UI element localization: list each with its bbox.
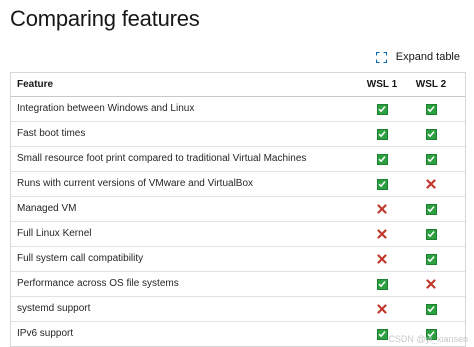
wsl2-support-cell — [413, 97, 449, 121]
green-check-icon — [376, 178, 388, 190]
green-check-icon — [425, 153, 437, 165]
feature-name: systemd support — [17, 303, 91, 314]
red-cross-icon — [425, 278, 437, 290]
table-row: Full system call compatibility — [11, 247, 465, 272]
green-check-icon — [425, 128, 437, 140]
feature-name: Runs with current versions of VMware and… — [17, 178, 254, 189]
wsl1-support-cell — [364, 147, 400, 171]
column-header-wsl1: WSL 1 — [366, 79, 398, 90]
comparison-table: Feature WSL 1 WSL 2 Integration between … — [10, 72, 466, 347]
red-cross-icon — [425, 178, 437, 190]
page-title: Comparing features — [10, 6, 200, 31]
wsl1-support-cell — [364, 247, 400, 271]
wsl2-support-cell — [413, 272, 449, 296]
table-header-row: Feature WSL 1 WSL 2 — [11, 73, 465, 97]
feature-name: Small resource foot print compared to tr… — [17, 153, 307, 164]
column-header-feature: Feature — [17, 79, 54, 90]
wsl1-support-cell — [364, 297, 400, 321]
wsl1-support-cell — [364, 97, 400, 121]
wsl1-support-cell — [364, 122, 400, 146]
wsl2-support-cell — [413, 122, 449, 146]
red-cross-icon — [376, 303, 388, 315]
wsl1-support-cell — [364, 272, 400, 296]
wsl1-support-cell — [364, 222, 400, 246]
feature-name: Fast boot times — [17, 128, 86, 139]
wsl1-support-cell — [364, 172, 400, 196]
green-check-icon — [376, 328, 388, 340]
green-check-icon — [376, 153, 388, 165]
red-cross-icon — [376, 203, 388, 215]
wsl2-support-cell — [413, 172, 449, 196]
green-check-icon — [425, 253, 437, 265]
table-row: Performance across OS file systems — [11, 272, 465, 297]
red-cross-icon — [376, 228, 388, 240]
green-check-icon — [425, 303, 437, 315]
wsl2-support-cell — [413, 247, 449, 271]
green-check-icon — [376, 103, 388, 115]
green-check-icon — [425, 228, 437, 240]
table-row: Full Linux Kernel — [11, 222, 465, 247]
column-header-wsl2: WSL 2 — [415, 79, 447, 90]
table-row: Runs with current versions of VMware and… — [11, 172, 465, 197]
red-cross-icon — [376, 253, 388, 265]
green-check-icon — [425, 203, 437, 215]
wsl2-support-cell — [413, 297, 449, 321]
feature-name: Performance across OS file systems — [17, 278, 179, 289]
table-row: Small resource foot print compared to tr… — [11, 147, 465, 172]
expand-table-label: Expand table — [395, 51, 460, 63]
green-check-icon — [376, 128, 388, 140]
wsl2-support-cell — [413, 147, 449, 171]
table-row: systemd support — [11, 297, 465, 322]
wsl2-support-cell — [413, 197, 449, 221]
table-row: Integration between Windows and Linux — [11, 97, 465, 122]
feature-name: Full system call compatibility — [17, 253, 144, 264]
wsl1-support-cell — [364, 197, 400, 221]
green-check-icon — [425, 103, 437, 115]
green-check-icon — [376, 278, 388, 290]
feature-name: IPv6 support — [17, 328, 74, 339]
table-row: Managed VM — [11, 197, 465, 222]
watermark: CSDN @yi_xiansen — [388, 334, 468, 344]
feature-name: Integration between Windows and Linux — [17, 103, 195, 114]
feature-name: Managed VM — [17, 203, 77, 214]
expand-icon — [375, 51, 387, 63]
table-row: Fast boot times — [11, 122, 465, 147]
wsl2-support-cell — [413, 222, 449, 246]
expand-table-button[interactable]: Expand table — [375, 49, 460, 65]
feature-name: Full Linux Kernel — [17, 228, 92, 239]
